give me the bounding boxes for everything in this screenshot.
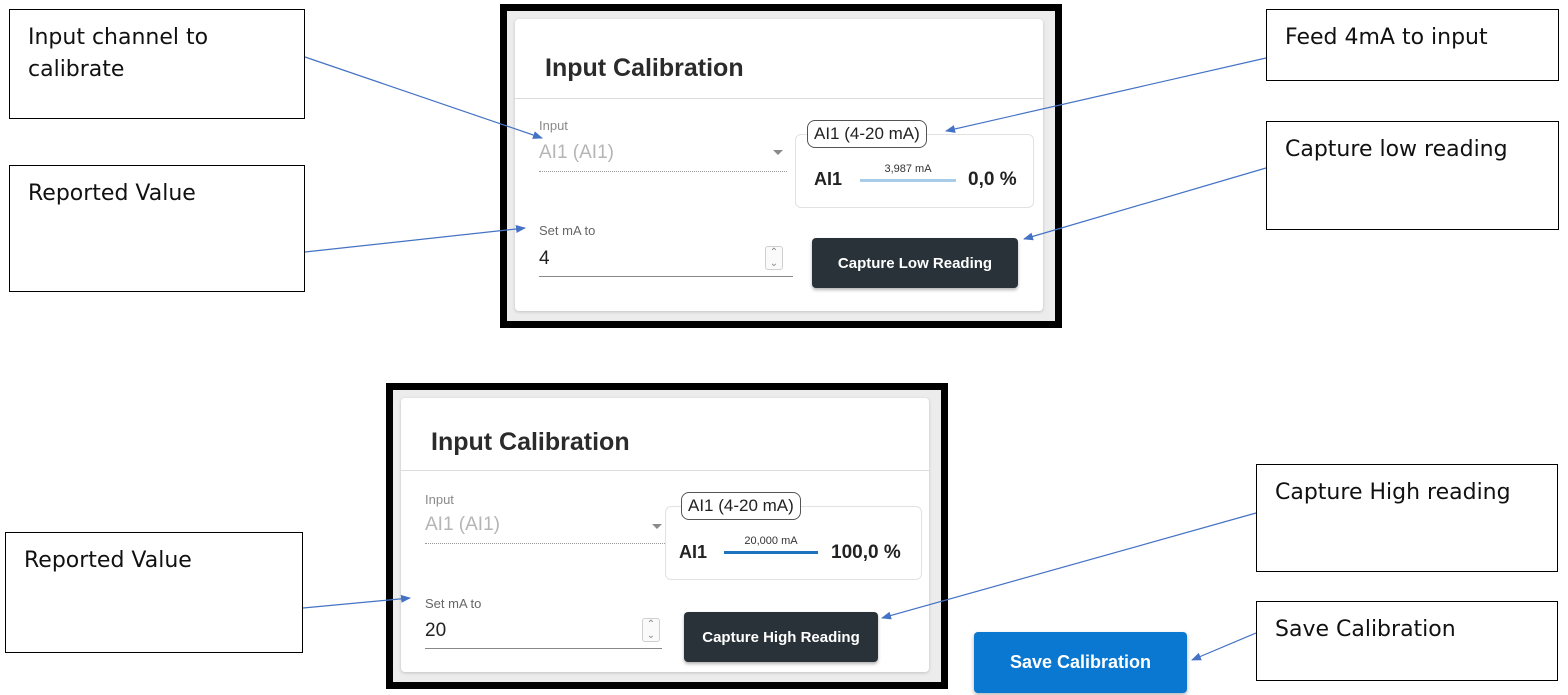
arrow-capture-low (1023, 167, 1267, 241)
arrow-feed-4ma (945, 57, 1267, 133)
arrow-reported-value-high (302, 594, 411, 609)
arrow-reported-value-low (304, 224, 526, 253)
arrow-input-channel (304, 56, 543, 139)
arrow-capture-high (881, 512, 1257, 620)
arrow-save-calibration (1191, 632, 1257, 661)
annotation-arrows (302, 56, 1267, 661)
